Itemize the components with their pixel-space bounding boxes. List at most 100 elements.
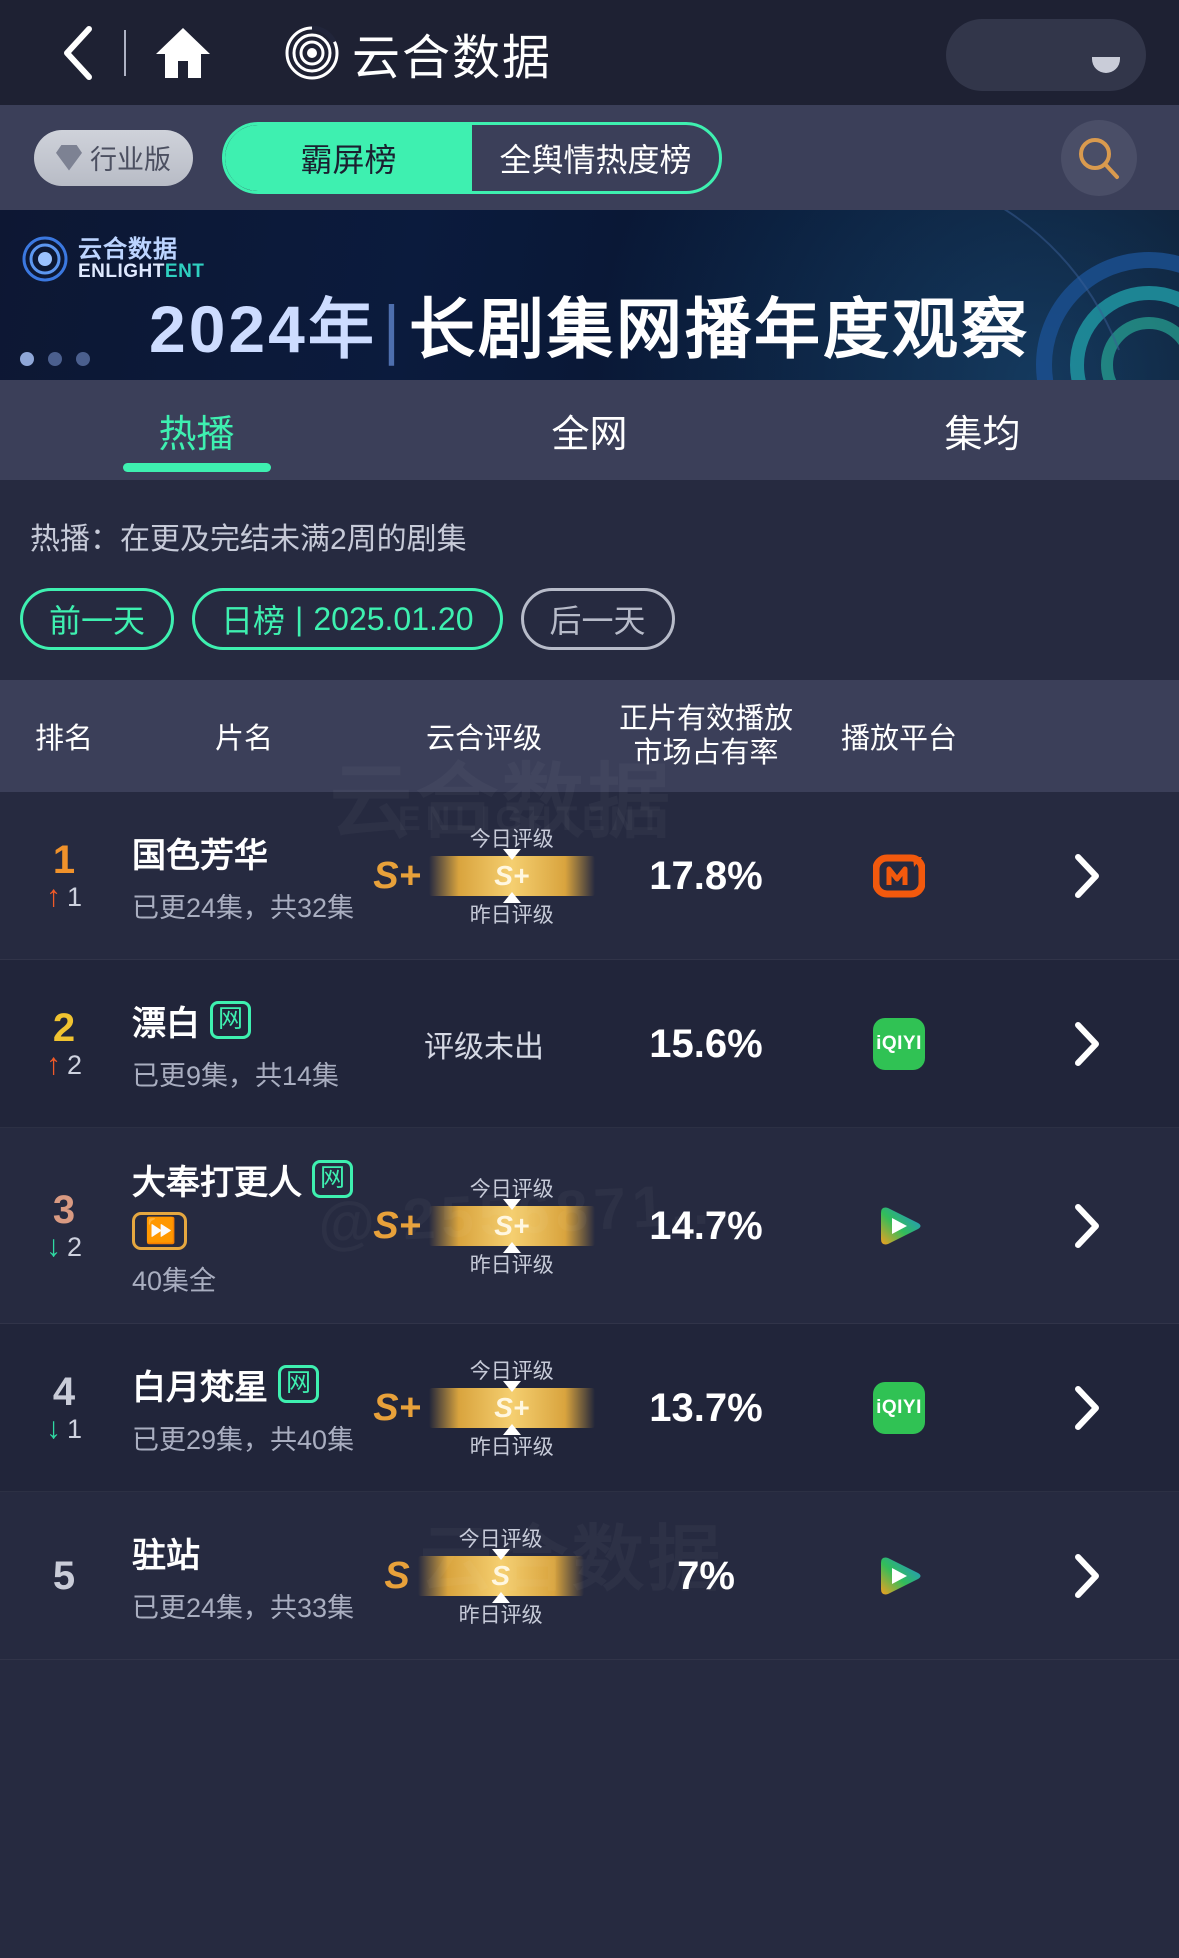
rating-gauge: 今日评级 S+ 昨日评级 <box>428 1173 595 1279</box>
toolbar: 行业版 霸屏榜 全舆情热度榜 <box>0 105 1179 210</box>
tab-rebo[interactable]: 热播 <box>0 380 393 480</box>
rating-cell: S 今日评级 S 昨日评级 <box>360 1523 608 1629</box>
arrow-up-icon: ↑ <box>45 880 61 913</box>
chevron-right-icon <box>1074 1204 1099 1248</box>
segmented-control: 霸屏榜 全舆情热度榜 <box>222 122 722 194</box>
title-cell: 驻站 已更24集，共33集 <box>128 1528 360 1625</box>
home-button[interactable] <box>148 22 218 84</box>
navigation-bar: 云合数据 <box>0 0 1179 105</box>
table-row[interactable]: 2 ↑ 2 漂白 网 已更9集，共14集 评级未出 15.6% iQIYI <box>0 960 1179 1128</box>
nav-divider <box>124 29 126 76</box>
rating-gauge: 今日评级 S+ 昨日评级 <box>428 1355 595 1461</box>
filter-section: 热播：在更及完结未满2周的剧集 前一天 日榜 | 2025.01.20 后一天 <box>0 480 1179 680</box>
table-row[interactable]: 4 ↓ 1 白月梵星 网 已更29集，共40集 S+ 今日评级 S+ 昨日评级 <box>0 1324 1179 1492</box>
rating-letter: S+ <box>373 1386 421 1429</box>
title-cell: 白月梵星 网 已更29集，共40集 <box>128 1360 360 1457</box>
rating-gauge-value: S+ <box>494 1392 530 1423</box>
tab-quanyuqing-bang[interactable]: 全舆情热度榜 <box>472 125 719 191</box>
share-value: 7% <box>677 1553 735 1598</box>
rating-cell: 评级未出 <box>360 1022 608 1066</box>
table-row[interactable]: 5 驻站 已更24集，共33集 S 今日评级 S 昨日评级 7% <box>0 1492 1179 1660</box>
show-subtitle: 已更24集，共32集 <box>132 892 355 923</box>
rank-delta-value: 1 <box>66 881 83 912</box>
show-subtitle: 40集全 <box>132 1265 217 1296</box>
show-subtitle: 已更29集，共40集 <box>132 1424 355 1455</box>
mangotv-icon <box>873 850 925 902</box>
industry-version-label: 行业版 <box>90 145 171 175</box>
tab-quanwang[interactable]: 全网 <box>393 380 786 480</box>
table-row[interactable]: 1 ↑ 1 国色芳华 已更24集，共32集 S+ 今日评级 S+ 昨日评级 17… <box>0 792 1179 960</box>
rank-cell: 4 ↓ 1 <box>0 1372 128 1445</box>
back-button[interactable] <box>48 22 110 84</box>
row-detail-button[interactable] <box>994 1020 1179 1068</box>
title-cell: 漂白 网 已更9集，共14集 <box>128 996 360 1093</box>
banner-logo-cn: 云合数据 <box>78 235 178 263</box>
date-display-button[interactable]: 日榜 | 2025.01.20 <box>192 588 503 650</box>
rank-cell: 2 ↑ 2 <box>0 1008 128 1081</box>
rank-cell: 1 ↑ 1 <box>0 840 128 913</box>
banner-pagination-dots[interactable] <box>20 352 90 366</box>
rating-yesterday-label: 昨日评级 <box>469 1436 554 1459</box>
system-capsule <box>946 19 1146 91</box>
tab-rebo-label: 热播 <box>158 413 235 456</box>
banner-dot-3[interactable] <box>76 352 90 366</box>
rating-gauge-bar: S+ <box>428 856 595 896</box>
rank-number: 4 <box>52 1369 76 1414</box>
column-header-share-line1: 正片有效播放 <box>618 702 793 735</box>
prev-day-label: 前一天 <box>49 603 146 639</box>
banner-title: 2024年|长剧集网播年度观察 <box>0 276 1179 372</box>
date-separator: | <box>295 600 304 637</box>
share-value: 15.6% <box>649 1021 763 1066</box>
youku-icon <box>873 1550 925 1602</box>
next-day-button[interactable]: 后一天 <box>520 588 675 650</box>
share-value: 14.7% <box>649 1203 763 1248</box>
next-day-label: 后一天 <box>549 603 646 639</box>
rank-delta-value: 1 <box>66 1413 83 1444</box>
rank-number: 5 <box>52 1554 76 1598</box>
current-date-label: 2025.01.20 <box>313 600 474 637</box>
rating-pending-label: 评级未出 <box>424 1031 544 1064</box>
rating-cell: S+ 今日评级 S+ 昨日评级 <box>360 1355 608 1461</box>
table-header: 排名 片名 云合评级 正片有效播放 市场占有率 播放平台 <box>0 680 1179 792</box>
show-subtitle: 已更24集，共33集 <box>132 1592 355 1623</box>
banner-title-main: 长剧集网播年度观察 <box>408 292 1030 366</box>
row-detail-button[interactable] <box>994 852 1179 900</box>
chevron-left-icon <box>64 25 92 80</box>
show-title: 漂白 <box>132 1004 200 1043</box>
banner-dot-1[interactable] <box>20 352 34 366</box>
diamond-icon <box>56 144 82 171</box>
rating-letter: S <box>384 1554 410 1597</box>
table-row[interactable]: 3 ↓ 2 大奉打更人 网 ⏩ 40集全 S+ 今日评级 S+ 昨日评级 14.… <box>0 1128 1179 1324</box>
rank-number: 2 <box>52 1005 76 1050</box>
row-detail-button[interactable] <box>994 1552 1179 1600</box>
banner-dot-2[interactable] <box>48 352 62 366</box>
show-title: 白月梵星 <box>132 1368 268 1407</box>
tab-baping-bang[interactable]: 霸屏榜 <box>225 125 472 191</box>
banner-title-year: 2024年 <box>149 292 377 366</box>
caret-up-icon <box>502 1424 521 1435</box>
caret-down-icon <box>502 849 521 860</box>
rating-gauge-bar: S+ <box>428 1206 595 1246</box>
row-detail-button[interactable] <box>994 1384 1179 1432</box>
rating-yesterday-label: 昨日评级 <box>469 904 554 927</box>
search-button[interactable] <box>1061 120 1137 196</box>
show-title: 大奉打更人 <box>132 1163 302 1202</box>
caret-up-icon <box>491 1592 510 1603</box>
chevron-right-icon <box>1074 854 1099 898</box>
youku-icon <box>873 1200 925 1252</box>
title-cell: 大奉打更人 网 ⏩ 40集全 <box>128 1155 360 1298</box>
industry-version-badge[interactable]: 行业版 <box>34 129 193 186</box>
search-icon <box>1079 138 1119 179</box>
prev-day-button[interactable]: 前一天 <box>20 588 175 650</box>
rating-cell: S+ 今日评级 S+ 昨日评级 <box>360 1173 608 1279</box>
tab-jijun[interactable]: 集均 <box>786 380 1179 480</box>
iqiyi-icon: iQIYI <box>873 1382 925 1434</box>
row-detail-button[interactable] <box>994 1202 1179 1250</box>
iqiyi-icon-label: iQIYI <box>876 1033 922 1054</box>
column-header-rating: 云合评级 <box>425 723 542 755</box>
promo-banner[interactable]: 云合数据 ENLIGHTENT 2024年|长剧集网播年度观察 <box>0 210 1179 380</box>
platform-cell <box>804 1550 994 1602</box>
rating-gauge-value: S <box>491 1560 511 1591</box>
rating-gauge-bar: S+ <box>428 1388 595 1428</box>
rank-type-label: 日榜 <box>221 603 286 639</box>
